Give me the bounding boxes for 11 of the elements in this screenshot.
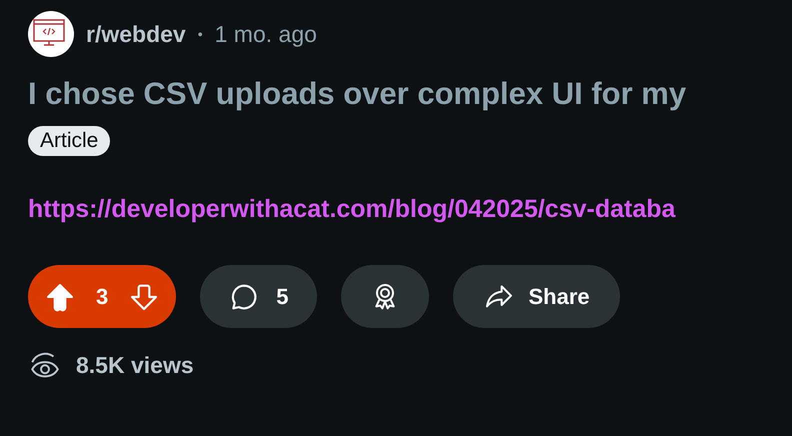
post-time: 1 mo. ago xyxy=(214,20,317,49)
subreddit-name[interactable]: r/webdev xyxy=(86,16,186,52)
view-count: 8.5K views xyxy=(76,351,194,380)
post-title[interactable]: I chose CSV uploads over complex UI for my xyxy=(28,74,792,114)
subreddit-avatar-icon[interactable] xyxy=(28,11,74,57)
article-link[interactable]: https://developerwithacat.com/blog/042025/csv-databa xyxy=(28,193,676,225)
vote-score: 3 xyxy=(96,283,108,311)
flair-tag[interactable]: Article xyxy=(28,126,110,156)
separator-dot: • xyxy=(198,24,203,44)
comments-button[interactable]: 5 xyxy=(200,265,316,328)
share-button[interactable]: Share xyxy=(452,265,620,328)
